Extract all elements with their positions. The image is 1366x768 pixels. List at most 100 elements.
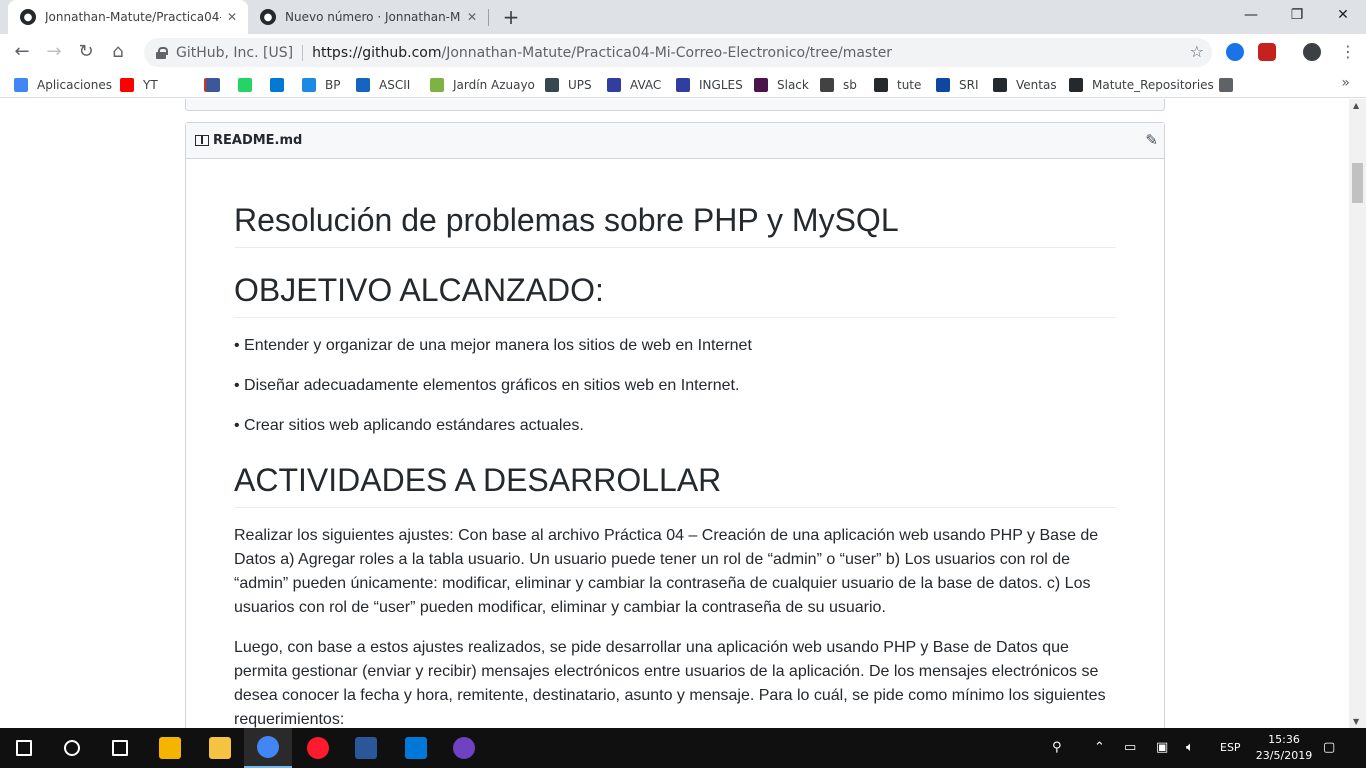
scroll-down-arrow-icon[interactable]: ▼ — [1353, 717, 1359, 726]
bookmark-label: Slack — [777, 77, 809, 92]
maximize-button[interactable]: ❐ — [1274, 0, 1320, 32]
close-tab-icon[interactable]: ✕ — [224, 9, 240, 25]
opera-taskbar-button[interactable] — [294, 728, 342, 768]
profile-avatar[interactable] — [1303, 43, 1321, 61]
back-button[interactable]: ← — [8, 38, 36, 66]
github-desktop-taskbar-button[interactable] — [440, 728, 488, 768]
scroll-up-arrow-icon[interactable]: ▲ — [1353, 101, 1359, 110]
battery-icon[interactable]: ▭ — [1124, 740, 1136, 755]
bookmark-tute[interactable]: tute — [874, 76, 921, 93]
chrome-taskbar-button[interactable] — [244, 728, 292, 768]
file-list-box — [185, 99, 1165, 111]
github-icon — [874, 77, 888, 92]
new-tab-button[interactable]: + — [500, 6, 522, 28]
windows-taskbar: ⚲ ⌃ ▭ ▣ 🔈︎ ▢ ESP 15:36 23/5/2019 — [0, 728, 1366, 768]
people-icon[interactable]: ⚲ — [1052, 740, 1062, 755]
bookmark-outlook[interactable] — [270, 76, 293, 93]
taskbar-clock[interactable]: 15:36 23/5/2019 — [1253, 732, 1315, 764]
bookmark-matute-repositories[interactable]: Matute_Repositories — [1069, 76, 1214, 93]
minimize-button[interactable]: — — [1228, 0, 1274, 32]
bookmark-avac[interactable]: AVAC — [607, 76, 661, 93]
network-icon[interactable]: ▣ — [1156, 740, 1168, 755]
forward-button[interactable]: → — [40, 38, 68, 66]
page-scrollbar[interactable]: ▲ ▼ — [1349, 99, 1366, 728]
file-explorer-taskbar-button[interactable] — [196, 728, 244, 768]
bookmark-label: sb — [843, 77, 857, 92]
notifications-icon[interactable]: ▢ — [1323, 740, 1335, 755]
sb-icon — [820, 77, 834, 92]
bookmark-ups[interactable]: UPS — [545, 76, 592, 93]
tab-title: Nuevo número · Jonnathan-Matu — [285, 10, 461, 24]
tab-title: Jonnathan-Matute/Practica04-Mi — [45, 10, 221, 24]
apps-grid-icon — [14, 77, 28, 92]
readme-title: Resolución de problemas sobre PHP y MySQ… — [234, 202, 1116, 248]
bookmark-label: ASCII — [379, 77, 411, 92]
readme-header: README.md ✎ — [186, 123, 1164, 159]
slack-icon — [754, 77, 768, 92]
bookmark-bp[interactable]: BP — [302, 76, 340, 93]
bookmarks-overflow-button[interactable]: » — [1341, 75, 1350, 91]
start-button-taskbar-button[interactable] — [0, 728, 48, 768]
bookmark-ascii[interactable]: ASCII — [356, 76, 410, 93]
bookmark-star-icon[interactable]: ☆ — [1190, 42, 1204, 61]
url-divider — [302, 44, 304, 61]
opera-icon — [307, 737, 329, 759]
bookmark-jard-n-azuayo[interactable]: Jardín Azuayo — [430, 76, 535, 93]
scrollbar-thumb[interactable] — [1352, 163, 1363, 203]
bookmark-label: Ventas — [1016, 77, 1057, 92]
show-hidden-icons-chevron-icon[interactable]: ⌃ — [1094, 740, 1105, 755]
bookmark-aplicaciones[interactable]: Aplicaciones — [14, 76, 112, 93]
store-icon — [159, 737, 181, 759]
volume-icon[interactable]: 🔈︎ — [1186, 740, 1194, 755]
close-tab-icon[interactable]: ✕ — [464, 9, 480, 25]
bookmark-label: Jardín Azuayo — [453, 77, 535, 92]
bookmark-label: tute — [897, 77, 922, 92]
ascii-icon — [356, 77, 370, 92]
word-icon — [355, 737, 377, 759]
github-desktop-icon — [453, 737, 475, 759]
extension-blue-icon[interactable] — [1226, 43, 1244, 61]
bookmark-globe[interactable] — [1219, 76, 1242, 93]
reload-button[interactable]: ↻ — [72, 38, 100, 66]
search-taskbar-button[interactable] — [48, 728, 96, 768]
bookmark-label: Matute_Repositories — [1092, 77, 1214, 92]
readme-filename[interactable]: README.md — [213, 133, 302, 148]
bookmark-label: YT — [143, 77, 158, 92]
bookmark-whatsapp[interactable] — [238, 76, 261, 93]
bookmark-slack[interactable]: Slack — [754, 76, 809, 93]
bookmark-sb[interactable]: sb — [820, 76, 857, 93]
word-taskbar-button[interactable] — [342, 728, 390, 768]
close-window-button[interactable]: ✕ — [1320, 0, 1366, 32]
address-bar[interactable]: GitHub, Inc. [US] https://github.com /Jo… — [144, 38, 1212, 67]
lock-icon[interactable] — [156, 46, 168, 59]
clock-date: 23/5/2019 — [1255, 749, 1313, 762]
bookmark-facebook[interactable] — [206, 76, 229, 93]
browser-toolbar: ← → ↻ ⌂ GitHub, Inc. [US] https://github… — [0, 34, 1366, 71]
bookmark-sri[interactable]: SRI — [936, 76, 979, 93]
certificate-label[interactable]: GitHub, Inc. [US] — [176, 45, 293, 61]
sri-icon — [936, 77, 950, 92]
url-host[interactable]: https://github.com — [312, 45, 441, 61]
bookmark-ingles[interactable]: INGLES — [676, 76, 743, 93]
store-taskbar-button[interactable] — [146, 728, 194, 768]
tab-nuevo-numero[interactable]: ● Nuevo número · Jonnathan-Matu ✕ — [248, 0, 488, 34]
input-language-indicator[interactable]: ESP — [1220, 741, 1241, 754]
pencil-icon[interactable]: ✎ — [1145, 131, 1158, 149]
url-path[interactable]: /Jonnathan-Matute/Practica04-Mi-Correo-E… — [442, 45, 893, 61]
page-viewport: README.md ✎ Resolución de problemas sobr… — [0, 99, 1349, 728]
bookmark-label: SRI — [959, 77, 979, 92]
bookmark-label: Aplicaciones — [37, 77, 112, 92]
home-button[interactable]: ⌂ — [104, 38, 132, 66]
tab-strip: ● Jonnathan-Matute/Practica04-Mi ✕ ● Nue… — [0, 0, 1366, 34]
bookmark-label: INGLES — [699, 77, 743, 92]
globe-icon — [1219, 77, 1233, 92]
vscode-taskbar-button[interactable] — [392, 728, 440, 768]
menu-kebab-icon[interactable]: ⋮ — [1334, 38, 1362, 66]
bookmark-ventas[interactable]: Ventas — [993, 76, 1057, 93]
outlook-icon — [270, 77, 284, 92]
task-view-taskbar-button[interactable] — [96, 728, 144, 768]
bookmark-yt[interactable]: YT — [120, 76, 158, 93]
pdf-extension-icon[interactable] — [1258, 43, 1276, 61]
tab-practica04[interactable]: ● Jonnathan-Matute/Practica04-Mi ✕ — [8, 0, 248, 34]
clock-time: 15:36 — [1268, 733, 1300, 746]
